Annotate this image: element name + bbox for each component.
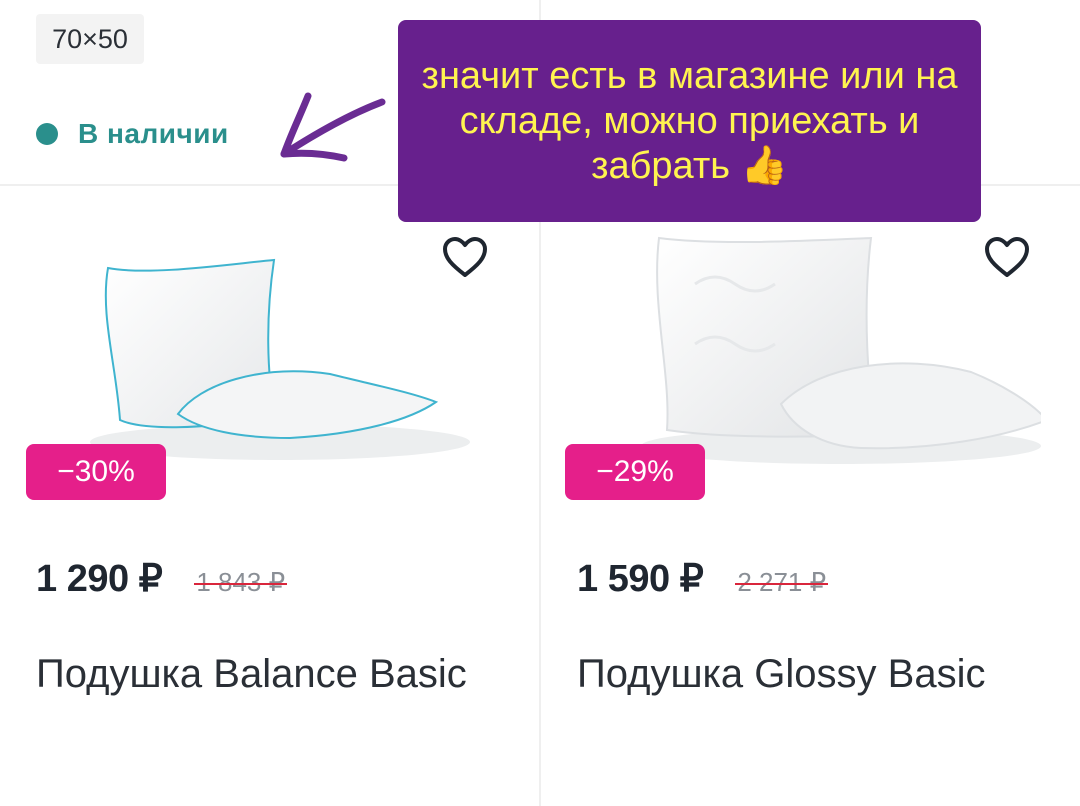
availability-label: В наличии: [78, 118, 229, 149]
status-dot-icon: [36, 123, 58, 145]
product-card[interactable]: −29% 1 590 ₽ 2 271 ₽ Подушка Glossy Basi…: [541, 186, 1080, 806]
discount-badge: −30%: [26, 444, 166, 500]
price-row: 1 590 ₽ 2 271 ₽: [577, 556, 829, 601]
price-row: 1 290 ₽ 1 843 ₽: [36, 556, 288, 601]
size-chip[interactable]: 70×50: [36, 14, 144, 64]
annotation-text: значит есть в магазине или на складе, мо…: [421, 54, 958, 187]
discount-badge: −29%: [565, 444, 705, 500]
current-price: 1 290 ₽: [36, 558, 163, 600]
availability-status: В наличии: [36, 118, 229, 150]
favorite-heart-icon[interactable]: [984, 236, 1030, 280]
old-price: 2 271 ₽: [735, 567, 829, 597]
product-card[interactable]: −30% 1 290 ₽ 1 843 ₽ Подушка Balance Bas…: [0, 186, 539, 806]
favorite-heart-icon[interactable]: [442, 236, 488, 280]
arrow-icon: [280, 92, 386, 162]
current-price: 1 590 ₽: [577, 558, 704, 600]
product-name[interactable]: Подушка Glossy Basic: [577, 646, 1057, 702]
product-name[interactable]: Подушка Balance Basic: [36, 646, 476, 702]
old-price: 1 843 ₽: [194, 567, 288, 597]
